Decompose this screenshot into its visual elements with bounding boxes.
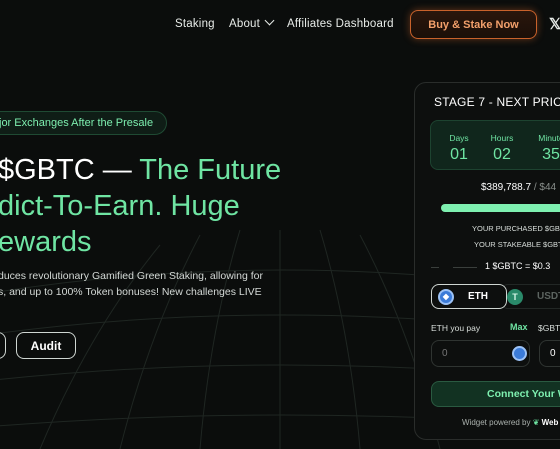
connect-wallet-button[interactable]: Connect Your W [431,381,560,407]
nav-about-link[interactable]: About [229,15,275,30]
purchased-label: YOUR PURCHASED $GBT [472,224,560,233]
nav-about-label: About [229,18,261,30]
hero-title-line3: ewards [0,226,92,258]
eth-label: ETH [468,291,488,302]
x-logo-icon[interactable]: 𝕏 [549,15,560,33]
powered-prefix: Widget powered by [462,418,533,427]
divider [431,267,439,268]
buy-stake-button[interactable]: Buy & Stake Now [410,10,537,39]
powered-brand: Web [541,418,559,427]
timer-minutes-label: Minute [538,133,560,143]
timer-minutes: Minute 35 [531,133,560,164]
timer-minutes-value: 35 [542,146,560,163]
raised-amount: $389,788.7 / $44 [481,182,556,193]
progress-fill [441,204,560,212]
progress-bar [441,204,560,212]
stage-title: STAGE 7 - NEXT PRICE [434,95,560,109]
timer-hours-value: 02 [493,146,511,163]
timer-days-value: 01 [450,146,468,163]
usdt-icon: T [507,288,523,305]
eth-icon [512,346,527,361]
timer-hours-label: Hours [490,133,514,143]
hero-title-green: The Future [139,154,282,186]
countdown-timer: Days 01 Hours 02 Minute 35 [430,120,560,170]
timer-hours: Hours 02 [482,133,522,164]
hero-primary-button[interactable] [0,332,6,359]
leaf-icon: ❦ [532,418,542,427]
pay-label: ETH you pay [431,323,481,333]
receive-label: $GBT [538,323,560,333]
hero-title-line2: dict-To-Earn. Huge [0,190,240,222]
price-rate: 1 $GBTC = $0.3 [485,261,551,271]
usdt-label: USDT [537,291,560,302]
hero-desc-line1: duces revolutionary Gamified Green Staki… [0,270,263,282]
raised-total: / $44 [531,182,557,193]
timer-days: Days 01 [439,133,479,164]
hero-description: duces revolutionary Gamified Green Staki… [0,268,263,300]
audit-button[interactable]: Audit [16,332,76,359]
rate-row: 1 $GBTC = $0.3 [429,261,560,273]
nav-affiliates-link[interactable]: Affiliates Dashboard [287,18,394,30]
chevron-down-icon [264,15,275,26]
eth-icon: ◆ [438,288,454,305]
divider [453,267,477,268]
hero-title: $GBTC — The Future dict-To-Earn. Huge ew… [0,152,281,260]
timer-days-label: Days [449,133,469,143]
hero-desc-line2: s, and up to 100% Token bonuses! New cha… [0,286,262,298]
eth-token-button[interactable]: ◆ ETH [431,284,507,309]
receive-amount-input[interactable] [539,340,560,367]
usdt-token-button[interactable]: T USDT [500,284,560,309]
presale-widget: STAGE 7 - NEXT PRICE Days 01 Hours 02 Mi… [414,82,560,440]
nav-staking-link[interactable]: Staking [175,18,215,30]
stakeable-label: YOUR STAKEABLE $GBT [474,240,560,249]
hero-title-white: $GBTC — [0,154,140,186]
exchange-listing-pill: jor Exchanges After the Presale [0,111,167,135]
raised-current: $389,788.7 [481,182,532,193]
max-button[interactable]: Max [510,322,528,332]
widget-powered-by: Widget powered by ❦ Web [462,418,558,427]
top-nav: Staking About Affiliates Dashboard Buy &… [0,0,560,50]
